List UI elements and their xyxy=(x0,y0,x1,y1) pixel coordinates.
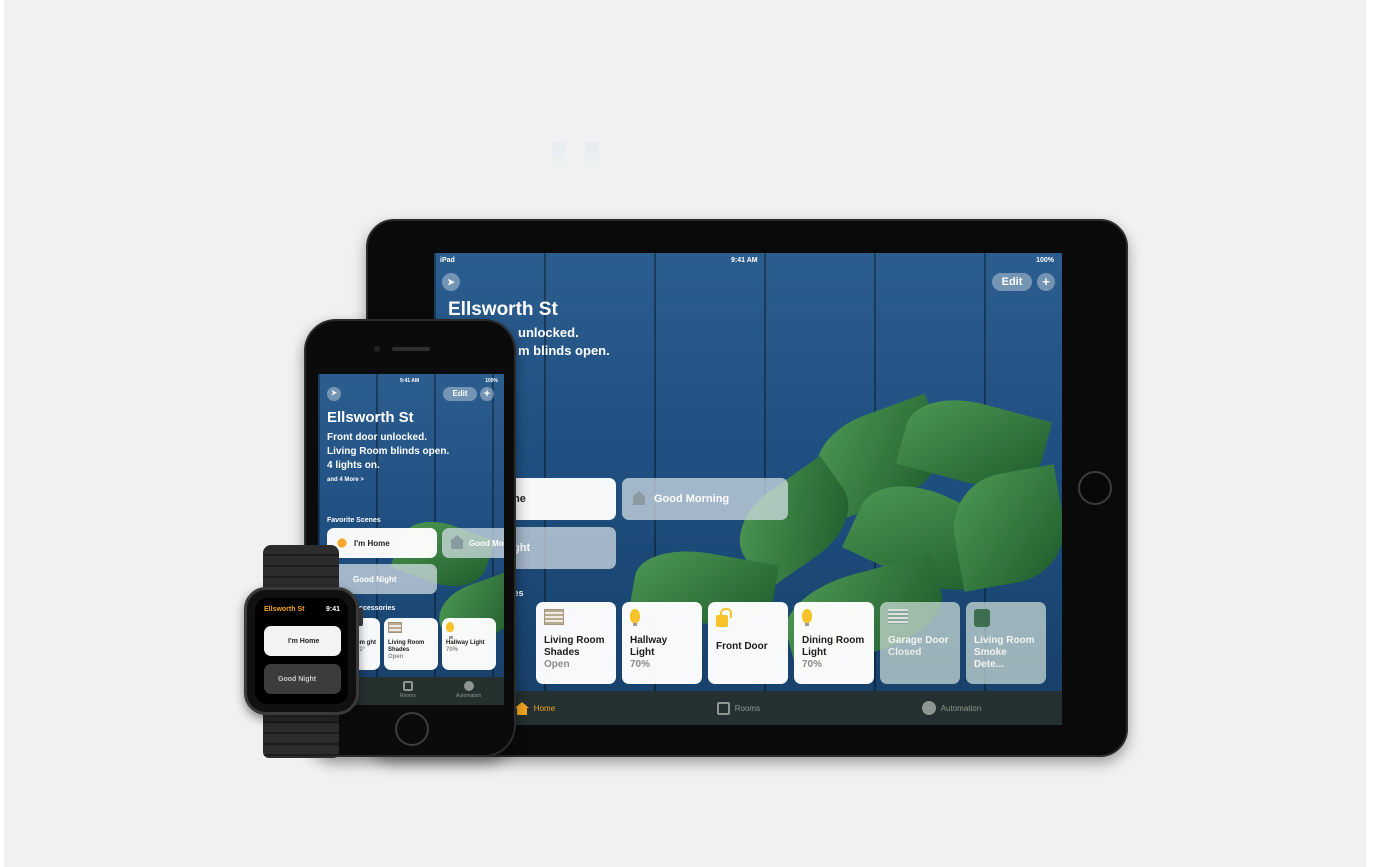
tab-label: Home xyxy=(533,703,556,713)
garage-icon xyxy=(888,609,908,624)
tab-bar: Home Rooms Automation xyxy=(434,691,1062,725)
add-button[interactable]: + xyxy=(1037,273,1055,291)
tab-label: Automation xyxy=(940,703,982,713)
scene-label: Good Night xyxy=(353,574,397,584)
accessory-name: Hallway Light xyxy=(630,635,668,658)
accessory-state: 72° xyxy=(356,647,366,653)
edit-button[interactable]: Edit xyxy=(443,387,477,401)
accessory-tile-living-room-shades[interactable]: Living Room Shades Open xyxy=(536,602,616,684)
rooms-icon xyxy=(716,701,730,715)
scene-label: I'm Home xyxy=(354,538,390,548)
scene-im-home[interactable]: me xyxy=(500,478,616,520)
tab-label: Rooms xyxy=(734,703,761,713)
bulb-icon xyxy=(630,609,640,626)
smoke-icon xyxy=(974,609,990,627)
accessory-state: Open xyxy=(544,659,570,670)
accessory-state: 70% xyxy=(630,659,651,670)
status-summary-line: unlocked. xyxy=(518,325,579,340)
tab-rooms[interactable]: Rooms xyxy=(400,681,416,699)
tab-home[interactable]: Home xyxy=(514,701,556,715)
scene-label: Good Night xyxy=(278,675,317,683)
status-battery: 100% xyxy=(485,378,498,384)
scene-good-night[interactable]: ight xyxy=(500,527,616,569)
accessory-state: 70% xyxy=(802,659,823,670)
accessory-tile-garage-door[interactable]: Garage Door Closed xyxy=(880,602,960,684)
scene-good-morning[interactable]: Good Morning xyxy=(622,478,788,520)
scene-label: Good Morning xyxy=(654,493,730,505)
automation-icon xyxy=(463,681,474,691)
iphone-home-button[interactable] xyxy=(395,712,429,746)
accessory-name: Hallway Light xyxy=(446,640,485,646)
automation-icon xyxy=(921,701,936,715)
status-summary-line: Front door unlocked. xyxy=(327,432,427,443)
add-button[interactable]: + xyxy=(480,387,494,401)
scene-label: I'm Home xyxy=(288,637,320,645)
reflection-shape xyxy=(585,142,599,168)
watch-time: 9:41 xyxy=(325,606,340,613)
status-summary-line: m blinds open. xyxy=(518,343,610,358)
lock-icon xyxy=(716,608,732,627)
iphone-camera xyxy=(374,346,380,352)
accessory-name: Front Door xyxy=(716,641,768,652)
scene-good-morning[interactable]: Good Mo xyxy=(442,528,504,558)
shades-icon xyxy=(544,609,564,625)
status-battery: 100% xyxy=(1036,257,1054,264)
status-summary-line: Living Room blinds open. xyxy=(327,446,450,457)
home-icon xyxy=(514,701,529,715)
accessory-tile-dining-room-light[interactable]: Dining Room Light 70% xyxy=(794,602,874,684)
accessory-name: Living Room Shades xyxy=(388,640,425,653)
house-icon xyxy=(632,490,646,505)
more-link[interactable]: and 4 More > xyxy=(327,477,364,483)
watch-scene-good-night[interactable]: Good Night xyxy=(264,664,341,694)
accessory-state: Open xyxy=(388,654,404,660)
watch-band xyxy=(263,712,339,758)
home-title: Ellsworth St xyxy=(448,299,558,320)
accessory-name: om ght xyxy=(356,640,376,646)
scene-label: Good Mo xyxy=(469,538,504,548)
tab-label: Rooms xyxy=(400,693,416,699)
status-time: 9:41 AM xyxy=(400,378,419,384)
home-title: Ellsworth St xyxy=(327,409,414,426)
plant-leaf xyxy=(945,464,1062,592)
accessory-tile-hallway-light[interactable]: Hallway Light 70% xyxy=(442,618,496,670)
watch-screen: Ellsworth St 9:41 I'm Home Good Night xyxy=(255,598,348,704)
watch-home-title: Ellsworth St xyxy=(264,606,305,613)
rooms-icon xyxy=(402,681,413,691)
accessory-state: Closed xyxy=(888,647,922,658)
status-time: 9:41 AM xyxy=(731,257,758,264)
accessory-name: Dining Room Light xyxy=(802,635,865,658)
watch-device: Ellsworth St 9:41 I'm Home Good Night xyxy=(244,587,359,715)
iphone-speaker xyxy=(392,347,430,351)
bulb-icon xyxy=(802,609,812,626)
accessory-name: Living Room Shades xyxy=(544,635,605,658)
house-icon xyxy=(450,534,464,549)
status-carrier: iPad xyxy=(440,257,455,264)
accessory-tile-smoke-detector[interactable]: Living Room Smoke Dete... xyxy=(966,602,1046,684)
tab-label: Automation xyxy=(456,693,482,699)
favorite-scenes-heading: Favorite Scenes xyxy=(327,517,381,524)
accessory-name: Garage Door xyxy=(888,635,949,646)
tab-automation[interactable]: Automation xyxy=(921,701,982,715)
ipad-screen: iPad 9:41 AM 100% ➤ Edit + Ellsworth St … xyxy=(434,253,1062,725)
ipad-home-button[interactable] xyxy=(1078,471,1112,505)
bulb-icon xyxy=(446,622,454,639)
accessory-name: Living Room Smoke Dete... xyxy=(974,635,1035,670)
status-summary-line: 4 lights on. xyxy=(327,460,380,471)
accessory-tile-front-door[interactable]: Front Door xyxy=(708,602,788,684)
reflection-shape xyxy=(552,142,566,168)
accessory-state: 70% xyxy=(446,647,459,653)
tab-automation[interactable]: Automation xyxy=(456,681,481,699)
person-icon xyxy=(272,636,282,646)
scene-im-home[interactable]: I'm Home xyxy=(327,528,437,558)
watch-band xyxy=(263,545,339,589)
tab-rooms[interactable]: Rooms xyxy=(716,701,761,715)
accessory-tile-living-room-shades[interactable]: Living Room Shades Open xyxy=(384,618,438,670)
shades-icon xyxy=(388,622,402,633)
accessory-tile-hallway-light[interactable]: Hallway Light 70% xyxy=(622,602,702,684)
watch-scene-im-home[interactable]: I'm Home xyxy=(264,626,341,656)
location-arrow-icon[interactable]: ➤ xyxy=(442,273,460,291)
edit-button[interactable]: Edit xyxy=(992,273,1032,291)
location-arrow-icon[interactable]: ➤ xyxy=(327,387,341,401)
